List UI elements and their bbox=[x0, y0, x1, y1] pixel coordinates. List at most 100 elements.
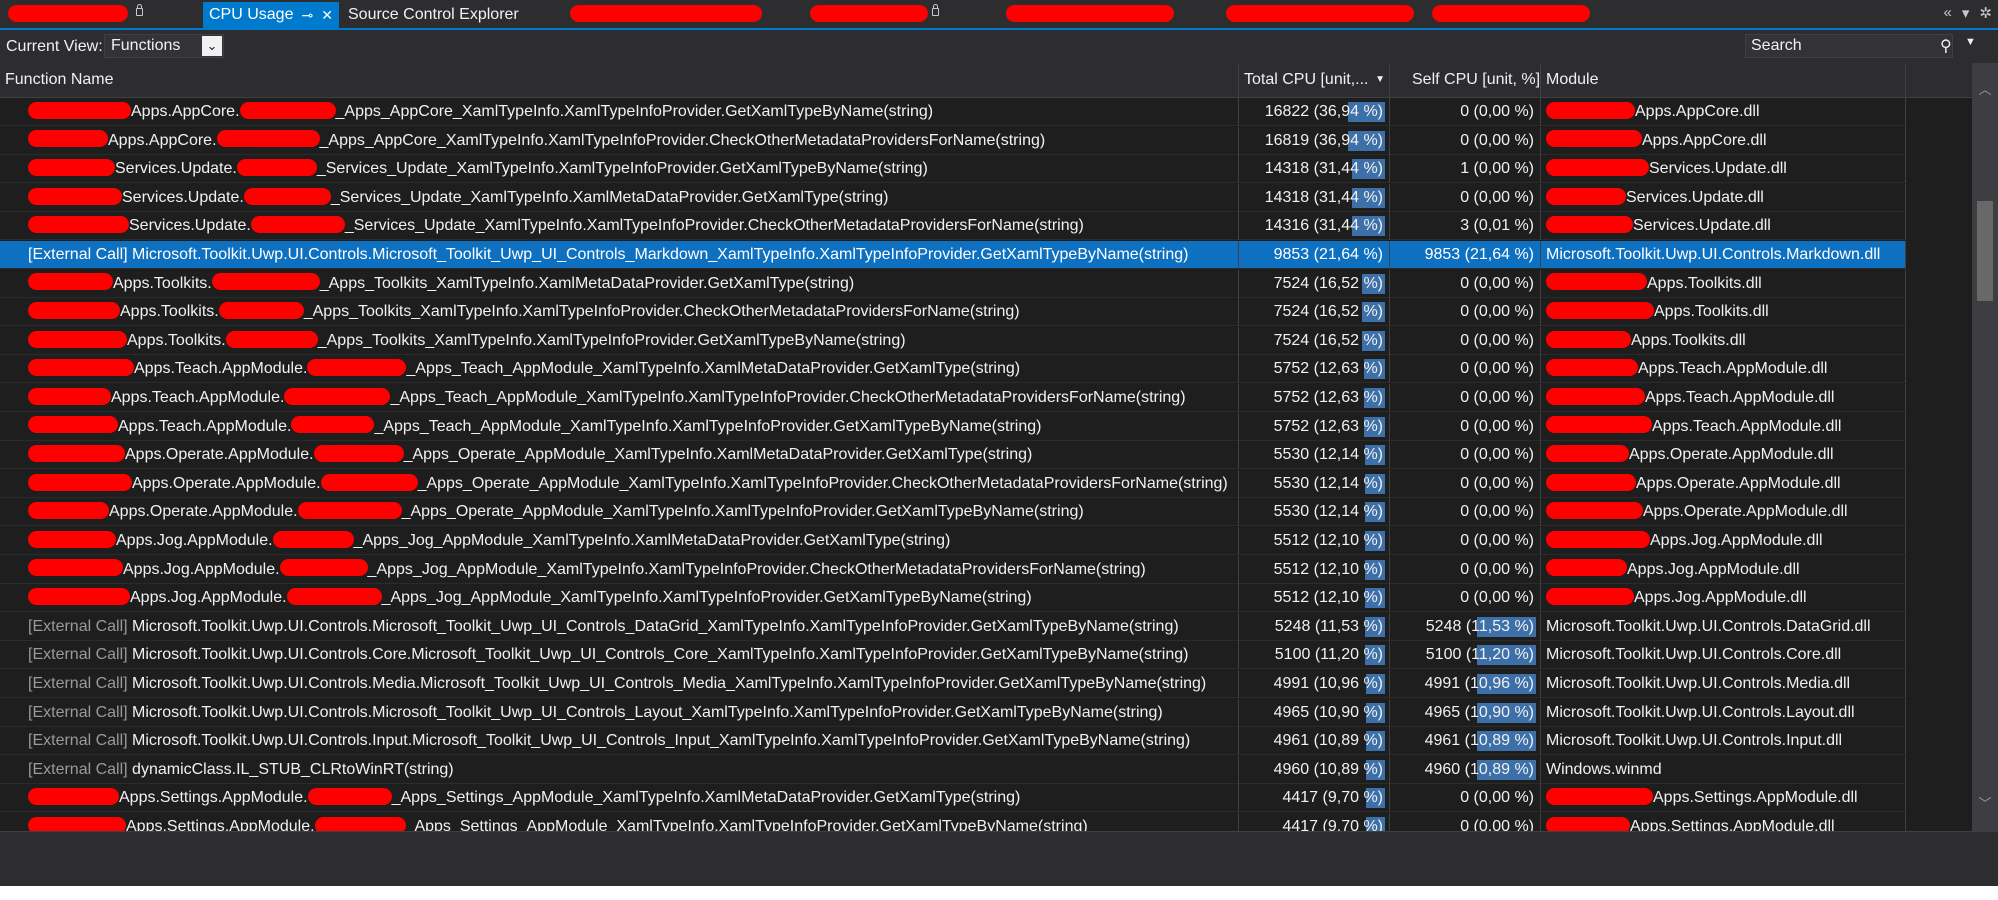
pin-icon[interactable]: ⊸ bbox=[301, 7, 313, 24]
table-row[interactable]: [External Call] Microsoft.Toolkit.Uwp.UI… bbox=[0, 698, 1906, 727]
function-name-suffix: _Apps_Jog_AppModule_XamlTypeInfo.XamlTyp… bbox=[367, 560, 1146, 578]
gear-icon[interactable]: ✲ bbox=[1979, 4, 1992, 22]
redaction-mark bbox=[284, 387, 391, 405]
redaction-mark bbox=[28, 587, 130, 605]
function-name-prefix: Apps.Teach.AppModule. bbox=[118, 417, 292, 435]
close-icon[interactable]: ✕ bbox=[321, 7, 333, 24]
column-header-total-cpu[interactable]: Total CPU [unit,... ▼ bbox=[1239, 63, 1390, 98]
tab-strip-controls: « ▾ ✲ bbox=[1944, 4, 1992, 22]
function-name-cell: Apps.Teach.AppModule. _Apps_Teach_AppModu… bbox=[0, 384, 1239, 412]
module-cell: Apps.Settings.AppModule.dll bbox=[1541, 813, 1906, 831]
total-cpu-value: 7524 (16,52 %) bbox=[1273, 303, 1383, 321]
table-row[interactable]: Apps.Teach.AppModule. _Apps_Teach_AppModu… bbox=[0, 412, 1906, 441]
total-cpu-cell: 5512 (12,10 %) bbox=[1239, 555, 1390, 584]
self-cpu-value: 0 (0,00 %) bbox=[1460, 331, 1534, 349]
table-row[interactable]: Services.Update. _Services_Update_XamlTyp… bbox=[0, 183, 1906, 212]
table-row[interactable]: Apps.Toolkits. _Apps_Toolkits_XamlTypeInf… bbox=[0, 269, 1906, 298]
function-name-suffix: _Apps_AppCore_XamlTypeInfo.XamlTypeInfoP… bbox=[319, 131, 1046, 149]
column-header-label: Self CPU [unit, %] bbox=[1412, 71, 1541, 88]
self-cpu-value: 0 (0,00 %) bbox=[1460, 103, 1534, 120]
table-row[interactable]: Services.Update. _Services_Update_XamlTyp… bbox=[0, 212, 1906, 241]
scroll-down-arrow-icon[interactable]: ﹀ bbox=[1972, 793, 1998, 812]
function-name-prefix: Apps.AppCore. bbox=[108, 131, 217, 149]
tab-redacted-1[interactable] bbox=[8, 2, 128, 28]
table-row[interactable]: Apps.Toolkits. _Apps_Toolkits_XamlTypeInf… bbox=[0, 326, 1906, 355]
redaction-mark bbox=[28, 273, 113, 291]
table-row[interactable]: [External Call] Microsoft.Toolkit.Uwp.UI… bbox=[0, 641, 1906, 670]
table-row[interactable]: Apps.AppCore. _Apps_AppCore_XamlTypeInfo.… bbox=[0, 126, 1906, 155]
column-header-module[interactable]: Module bbox=[1541, 63, 1906, 98]
scrollbar-thumb[interactable] bbox=[1977, 201, 1993, 301]
tab-redacted-6[interactable] bbox=[1432, 2, 1590, 28]
tab-source-control-explorer[interactable]: Source Control Explorer bbox=[348, 2, 519, 28]
vertical-scrollbar[interactable]: ︿ ﹀ bbox=[1972, 63, 1998, 831]
table-row[interactable]: [External Call] Microsoft.Toolkit.Uwp.UI… bbox=[0, 241, 1906, 269]
table-row[interactable]: Apps.Settings.AppModule. _Apps_Settings_A… bbox=[0, 813, 1906, 831]
table-row[interactable]: [External Call] dynamicClass.IL_STUB_CLR… bbox=[0, 755, 1906, 784]
tab-redacted-4[interactable] bbox=[1006, 2, 1174, 28]
document-tab-strip: CPU Usage ⊸ ✕ Source Control Explorer « … bbox=[0, 0, 1998, 30]
self-cpu-value: 4991 (10,96 %) bbox=[1424, 675, 1534, 692]
redaction-mark bbox=[1546, 187, 1626, 205]
scroll-up-arrow-icon[interactable]: ︿ bbox=[1972, 79, 1998, 98]
module-cell: Microsoft.Toolkit.Uwp.UI.Controls.Layout… bbox=[1541, 698, 1906, 727]
search-input[interactable] bbox=[1746, 35, 1901, 57]
redaction-mark bbox=[236, 158, 317, 176]
active-files-dropdown-icon[interactable]: ▾ bbox=[1962, 4, 1970, 22]
table-row[interactable]: Apps.Operate.AppModule. _Apps_Operate_App… bbox=[0, 469, 1906, 498]
total-cpu-cell: 5752 (12,63 %) bbox=[1239, 355, 1390, 384]
table-row[interactable]: Apps.Operate.AppModule. _Apps_Operate_App… bbox=[0, 441, 1906, 470]
table-row[interactable]: Apps.Teach.AppModule. _Apps_Teach_AppModu… bbox=[0, 384, 1906, 412]
self-cpu-value: 0 (0,00 %) bbox=[1460, 818, 1534, 831]
module-name: Microsoft.Toolkit.Uwp.UI.Controls.Markdo… bbox=[1546, 246, 1881, 263]
table-row[interactable]: Apps.Toolkits. _Apps_Toolkits_XamlTypeInf… bbox=[0, 298, 1906, 327]
total-cpu-value: 14318 (31,44 %) bbox=[1264, 188, 1383, 206]
scroll-tabs-left-icon[interactable]: « bbox=[1944, 4, 1952, 22]
tab-redacted-5[interactable] bbox=[1226, 2, 1414, 28]
table-row[interactable]: Services.Update. _Services_Update_XamlTyp… bbox=[0, 155, 1906, 184]
total-cpu-value: 5530 (12,14 %) bbox=[1273, 474, 1383, 492]
search-icon[interactable]: ⚲ bbox=[1940, 36, 1952, 56]
tab-redacted-2[interactable] bbox=[570, 2, 762, 28]
table-row[interactable]: Apps.Jog.AppModule. _Apps_Jog_AppModule_X… bbox=[0, 555, 1906, 584]
self-cpu-value: 4965 (10,90 %) bbox=[1424, 703, 1534, 721]
tab-cpu-usage[interactable]: CPU Usage ⊸ ✕ bbox=[203, 2, 339, 28]
module-name: Microsoft.Toolkit.Uwp.UI.Controls.DataGr… bbox=[1546, 617, 1871, 635]
column-header-function-name[interactable]: Function Name bbox=[0, 63, 1239, 98]
table-row[interactable]: Apps.Settings.AppModule. _Apps_Settings_A… bbox=[0, 784, 1906, 813]
function-name-prefix: Apps.Jog.AppModule. bbox=[123, 560, 280, 578]
table-row[interactable]: [External Call] Microsoft.Toolkit.Uwp.UI… bbox=[0, 670, 1906, 698]
total-cpu-value: 9853 (21,64 %) bbox=[1273, 246, 1383, 263]
self-cpu-value: 0 (0,00 %) bbox=[1460, 532, 1534, 549]
table-row[interactable]: [External Call] Microsoft.Toolkit.Uwp.UI… bbox=[0, 727, 1906, 756]
self-cpu-value: 1 (0,00 %) bbox=[1460, 160, 1534, 178]
redaction-mark bbox=[1546, 788, 1653, 806]
total-cpu-value: 4961 (10,89 %) bbox=[1273, 732, 1383, 750]
table-row[interactable]: Apps.Jog.AppModule. _Apps_Jog_AppModule_X… bbox=[0, 527, 1906, 555]
table-row[interactable]: Apps.AppCore. _Apps_AppCore_XamlTypeInfo.… bbox=[0, 98, 1906, 126]
tab-redacted-3[interactable] bbox=[810, 2, 928, 28]
search-box[interactable] bbox=[1745, 34, 1953, 58]
total-cpu-cell: 4417 (9,70 %) bbox=[1239, 784, 1390, 813]
module-name: Apps.AppCore.dll bbox=[1635, 103, 1760, 120]
column-header-self-cpu[interactable]: Self CPU [unit, %] bbox=[1390, 63, 1541, 98]
function-name-text: Microsoft.Toolkit.Uwp.UI.Controls.Micros… bbox=[132, 703, 1163, 721]
function-name-prefix: Apps.Teach.AppModule. bbox=[134, 360, 308, 378]
column-header-label: Total CPU [unit,... bbox=[1244, 71, 1369, 88]
module-cell: Apps.Jog.AppModule.dll bbox=[1541, 584, 1906, 613]
self-cpu-value: 0 (0,00 %) bbox=[1460, 389, 1534, 406]
self-cpu-cell: 0 (0,00 %) bbox=[1390, 412, 1541, 441]
cpu-usage-window: CPU Usage ⊸ ✕ Source Control Explorer « … bbox=[0, 0, 1998, 886]
table-row[interactable]: [External Call] Microsoft.Toolkit.Uwp.UI… bbox=[0, 612, 1906, 641]
current-view-dropdown[interactable]: Functions ⌄ bbox=[104, 34, 224, 58]
chevron-down-icon[interactable]: ⌄ bbox=[202, 36, 222, 56]
current-view-value: Functions bbox=[111, 37, 181, 54]
table-row[interactable]: Apps.Jog.AppModule. _Apps_Jog_AppModule_X… bbox=[0, 584, 1906, 613]
table-row[interactable]: Apps.Operate.AppModule. _Apps_Operate_App… bbox=[0, 498, 1906, 527]
search-options-dropdown-icon[interactable]: ▼ bbox=[1965, 36, 1976, 48]
table-row[interactable]: Apps.Teach.AppModule. _Apps_Teach_AppModu… bbox=[0, 355, 1906, 384]
total-cpu-cell: 5100 (11,20 %) bbox=[1239, 641, 1390, 670]
module-name: Services.Update.dll bbox=[1649, 160, 1787, 178]
module-name: Microsoft.Toolkit.Uwp.UI.Controls.Input.… bbox=[1546, 732, 1843, 750]
function-name-text: dynamicClass.IL_STUB_CLRtoWinRT(string) bbox=[132, 760, 454, 778]
